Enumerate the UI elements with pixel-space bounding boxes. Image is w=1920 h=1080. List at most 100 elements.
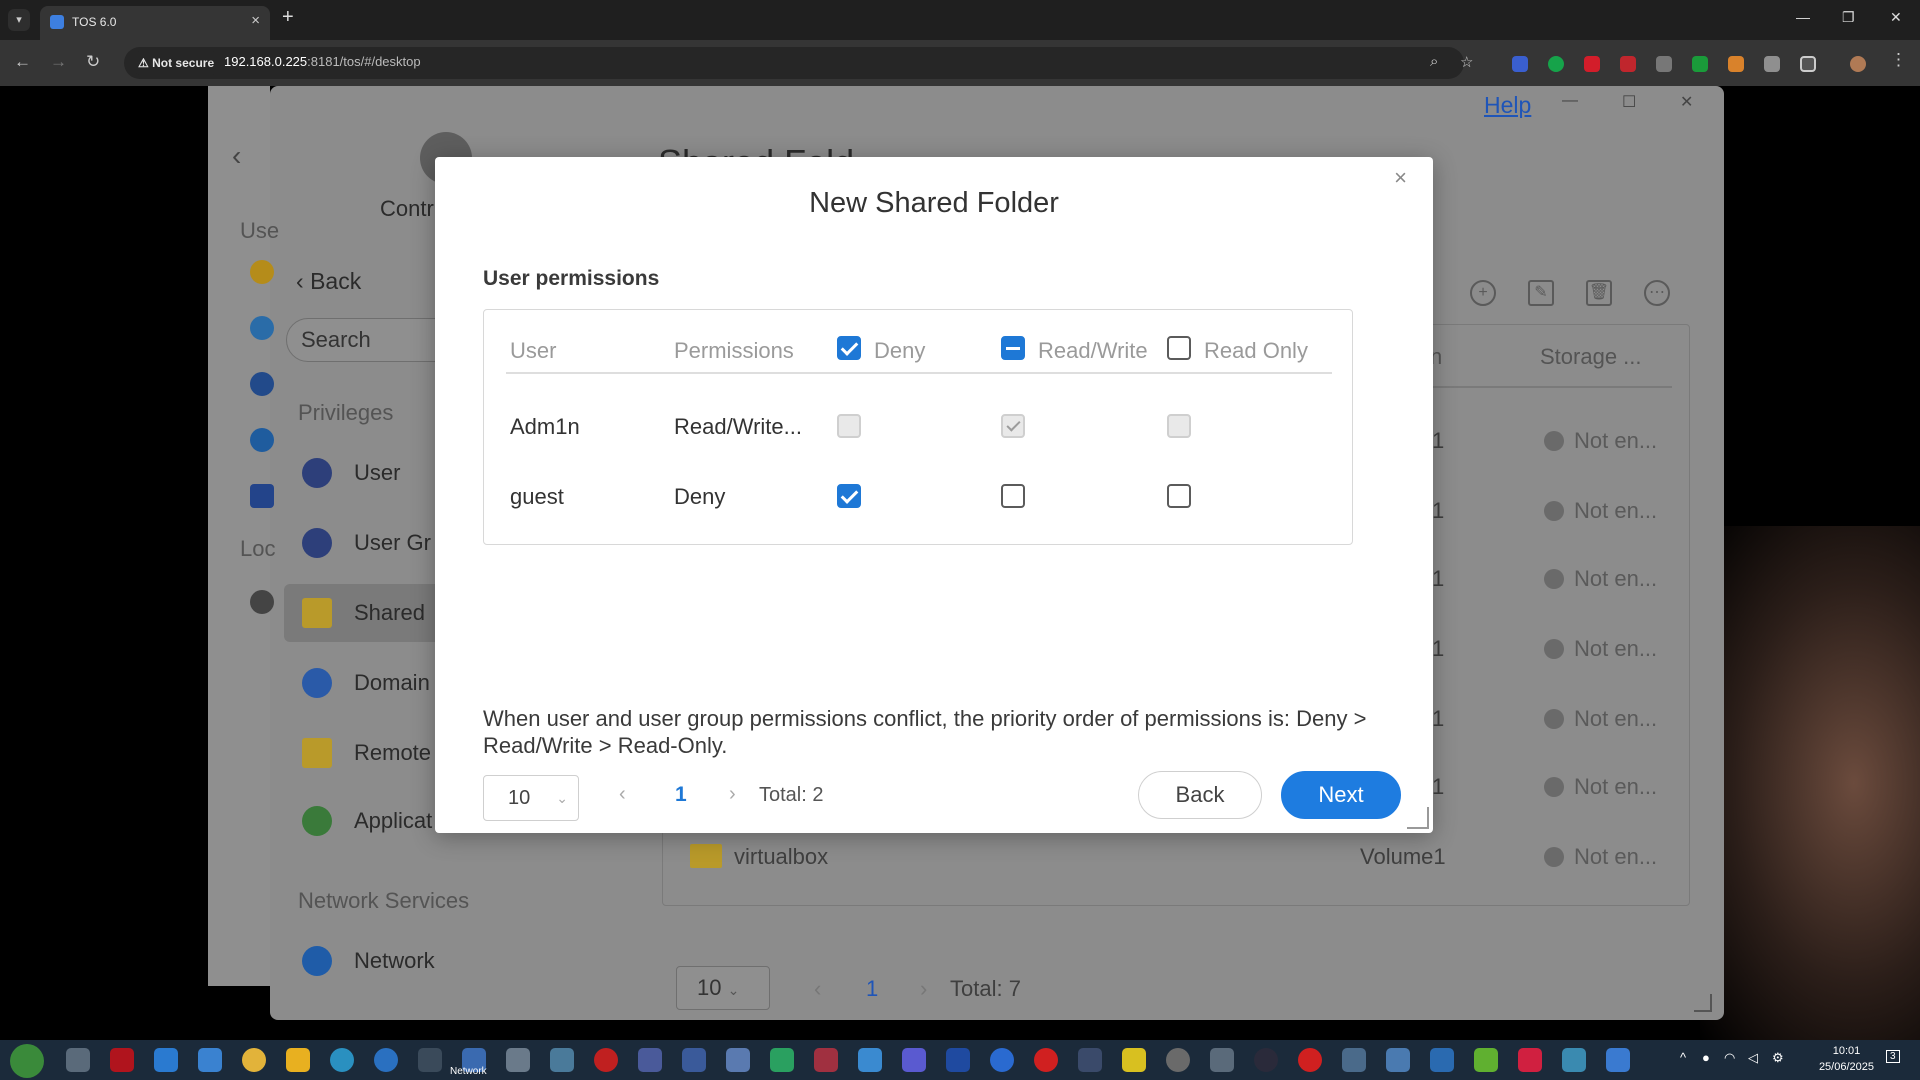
antivirus-icon[interactable] bbox=[110, 1048, 134, 1072]
grammarly-icon[interactable] bbox=[1548, 56, 1564, 72]
file-explorer-icon[interactable] bbox=[286, 1048, 310, 1072]
prev-page-icon[interactable]: ‹ bbox=[619, 783, 626, 806]
current-page[interactable]: 1 bbox=[675, 783, 687, 807]
app-icon[interactable] bbox=[1474, 1048, 1498, 1072]
help-link[interactable]: Help bbox=[1484, 92, 1531, 119]
app-icon[interactable] bbox=[1298, 1048, 1322, 1072]
start-icon[interactable] bbox=[10, 1044, 44, 1078]
more-icon[interactable]: ⋯ bbox=[1644, 280, 1670, 306]
sidebar-item-user-group[interactable]: User Gr bbox=[284, 514, 444, 572]
sidebar-item-domain[interactable]: Domain bbox=[284, 654, 444, 712]
app-icon[interactable] bbox=[1078, 1048, 1102, 1072]
sidebar-item-remote[interactable]: Remote bbox=[284, 724, 444, 782]
adblock-icon[interactable] bbox=[1620, 56, 1636, 72]
record-icon[interactable] bbox=[594, 1048, 618, 1072]
app-icon[interactable] bbox=[770, 1048, 794, 1072]
cp-resize-handle[interactable] bbox=[1694, 994, 1712, 1012]
search-icon[interactable] bbox=[330, 1048, 354, 1072]
profile-icon[interactable] bbox=[1850, 56, 1866, 72]
cp-minimize-icon[interactable]: — bbox=[1562, 92, 1578, 110]
read-write-checkbox[interactable] bbox=[1001, 484, 1025, 508]
app-icon[interactable] bbox=[682, 1048, 706, 1072]
zoom-app-icon[interactable] bbox=[990, 1048, 1014, 1072]
read-write-all-checkbox[interactable] bbox=[1001, 336, 1025, 360]
table-row[interactable]: virtualbox bbox=[690, 844, 828, 870]
sidebar-item-application[interactable]: Applicat bbox=[284, 792, 444, 850]
download-icon[interactable] bbox=[1656, 56, 1672, 72]
opera-icon[interactable] bbox=[1034, 1048, 1058, 1072]
app-icon[interactable] bbox=[1254, 1048, 1278, 1072]
app-icon[interactable] bbox=[726, 1048, 750, 1072]
app-icon[interactable] bbox=[1430, 1048, 1454, 1072]
tab-close-icon[interactable]: × bbox=[251, 12, 260, 29]
storage-header[interactable]: Storage ... bbox=[1540, 344, 1642, 370]
window-icon[interactable] bbox=[198, 1048, 222, 1072]
cube-icon[interactable] bbox=[250, 428, 274, 452]
clock[interactable]: 10:01 25/06/2025 bbox=[1819, 1043, 1874, 1075]
clock-app-icon[interactable] bbox=[1166, 1048, 1190, 1072]
app-icon[interactable] bbox=[858, 1048, 882, 1072]
sidebar-item-user[interactable]: User bbox=[284, 444, 444, 502]
app-icon[interactable] bbox=[814, 1048, 838, 1072]
delete-icon[interactable]: 🗑 bbox=[1586, 280, 1612, 306]
reload-icon[interactable]: ↻ bbox=[86, 52, 100, 72]
extension-8-icon[interactable] bbox=[1764, 56, 1780, 72]
edge-icon[interactable] bbox=[154, 1048, 178, 1072]
star-icon[interactable] bbox=[250, 260, 274, 284]
notifications-icon[interactable]: 3 bbox=[1886, 1050, 1900, 1063]
page-size-select[interactable]: 10 ⌄ bbox=[483, 775, 579, 821]
cp-left-chevron-icon[interactable]: ‹ bbox=[232, 140, 241, 172]
back-button[interactable]: Back bbox=[1138, 771, 1262, 819]
app-icon[interactable] bbox=[1562, 1048, 1586, 1072]
volume-icon[interactable]: ◁ bbox=[1748, 1050, 1758, 1066]
cp-next-page-icon[interactable]: › bbox=[920, 976, 927, 1002]
close-window-icon[interactable]: ✕ bbox=[1890, 9, 1902, 26]
cp-prev-page-icon[interactable]: ‹ bbox=[814, 976, 821, 1002]
new-tab-icon[interactable]: + bbox=[282, 6, 294, 29]
mic-icon[interactable]: ● bbox=[1702, 1050, 1710, 1065]
restore-icon[interactable]: ❐ bbox=[1842, 9, 1855, 26]
sidebar-item-network[interactable]: Network bbox=[284, 932, 444, 990]
cp-current-page[interactable]: 1 bbox=[866, 976, 878, 1002]
deny-checkbox[interactable] bbox=[837, 484, 861, 508]
share-icon[interactable] bbox=[250, 316, 274, 340]
tray-chevron-icon[interactable]: ^ bbox=[1680, 1050, 1686, 1065]
disk-icon[interactable] bbox=[250, 590, 274, 614]
calculator-icon[interactable] bbox=[418, 1048, 442, 1072]
add-icon[interactable]: + bbox=[1470, 280, 1496, 306]
app-icon[interactable] bbox=[1210, 1048, 1234, 1072]
app-icon[interactable] bbox=[550, 1048, 574, 1072]
app-icon[interactable] bbox=[506, 1048, 530, 1072]
cp-back-link[interactable]: ‹ Back bbox=[296, 268, 361, 295]
settings-icon[interactable] bbox=[66, 1048, 90, 1072]
browser-icon[interactable] bbox=[374, 1048, 398, 1072]
forward-icon[interactable]: → bbox=[50, 52, 67, 72]
clock-icon[interactable] bbox=[250, 372, 274, 396]
browser-tab[interactable]: TOS 6.0 × bbox=[40, 6, 270, 40]
teams-icon[interactable] bbox=[902, 1048, 926, 1072]
not-secure-badge[interactable]: ⚠ Not secure bbox=[130, 51, 223, 75]
app-icon[interactable] bbox=[1386, 1048, 1410, 1072]
wifi-icon[interactable]: ◠ bbox=[1724, 1050, 1735, 1066]
control-panel-app-icon[interactable] bbox=[250, 484, 274, 508]
next-button[interactable]: Next bbox=[1281, 771, 1401, 819]
back-icon[interactable]: ← bbox=[14, 52, 31, 72]
star-icon[interactable]: ☆ bbox=[1460, 53, 1473, 71]
cp-close-icon[interactable]: ✕ bbox=[1680, 92, 1693, 112]
chrome-icon[interactable] bbox=[242, 1048, 266, 1072]
next-page-icon[interactable]: › bbox=[729, 783, 736, 806]
tab-search-icon[interactable]: ▾ bbox=[8, 9, 30, 31]
dialog-close-icon[interactable]: × bbox=[1394, 165, 1407, 191]
extension-7-icon[interactable] bbox=[1728, 56, 1744, 72]
terminal-icon[interactable] bbox=[1122, 1048, 1146, 1072]
extension-3-icon[interactable] bbox=[1584, 56, 1600, 72]
read-only-all-checkbox[interactable] bbox=[1167, 336, 1191, 360]
app-icon[interactable] bbox=[1518, 1048, 1542, 1072]
menu-icon[interactable]: ⋮ bbox=[1890, 50, 1907, 70]
zoom-icon[interactable]: ⌕ bbox=[1430, 53, 1438, 70]
app-icon[interactable] bbox=[638, 1048, 662, 1072]
minimize-icon[interactable]: — bbox=[1796, 9, 1810, 25]
url-text[interactable]: 192.168.0.225:8181/tos/#/desktop bbox=[224, 54, 421, 69]
extension-6-icon[interactable] bbox=[1692, 56, 1708, 72]
extension-1-icon[interactable] bbox=[1512, 56, 1528, 72]
